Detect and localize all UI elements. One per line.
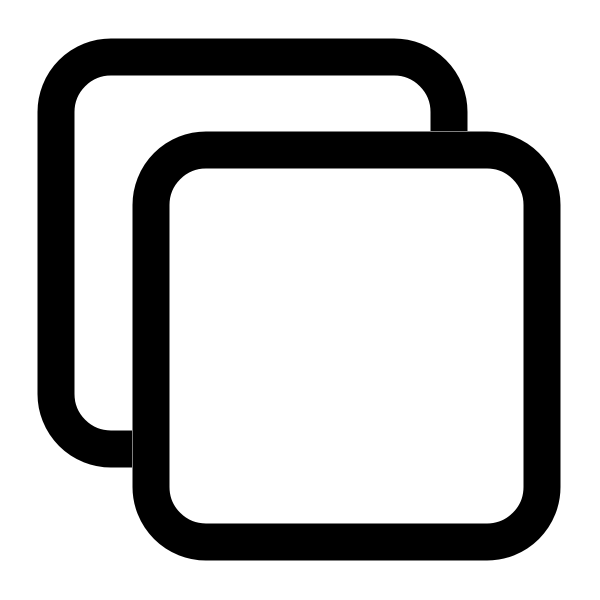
front-square-outline	[132, 131, 561, 561]
copy-icon	[0, 0, 600, 600]
icon-canvas	[0, 0, 600, 600]
